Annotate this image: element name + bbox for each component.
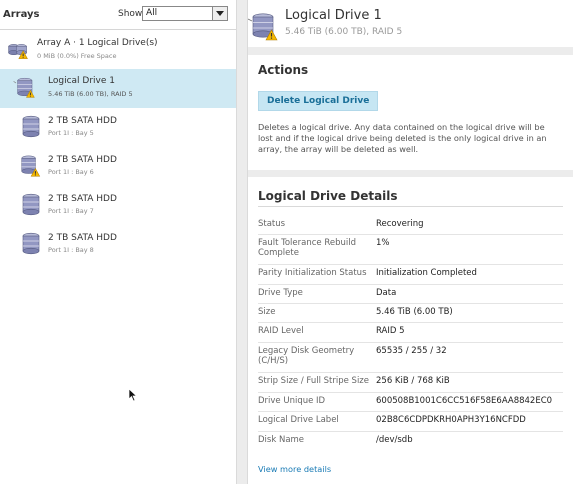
- detail-value: Recovering: [376, 219, 424, 229]
- arrays-panel: Arrays Show All Array A · 1 Logical Driv…: [0, 0, 236, 484]
- detail-key: Status: [258, 219, 286, 229]
- panel-splitter[interactable]: [236, 0, 248, 484]
- detail-value: Data: [376, 288, 397, 298]
- tree-item-subtitle: Port 1I : Bay 6: [48, 168, 94, 176]
- detail-key: Disk Name: [258, 435, 305, 445]
- tree-item-subtitle: 5.46 TiB (6.00 TB), RAID 5: [48, 90, 133, 98]
- delete-description: Deletes a logical drive. Any data contai…: [258, 122, 547, 154]
- detail-value: 1%: [376, 238, 390, 248]
- detail-key: RAID Level: [258, 326, 304, 336]
- tree-item-title: Array A · 1 Logical Drive(s): [37, 38, 158, 48]
- detail-row-drive-type: Drive Type Data: [258, 285, 563, 304]
- detail-row-status: Status Recovering: [258, 216, 563, 235]
- detail-row-strip-size: Strip Size / Full Stripe Size 256 KiB / …: [258, 373, 563, 393]
- detail-value: 65535 / 255 / 32: [376, 346, 447, 356]
- detail-value: RAID 5: [376, 326, 405, 336]
- detail-value: Initialization Completed: [376, 268, 477, 278]
- page-title: Logical Drive 1: [285, 8, 382, 23]
- tree-item-title: 2 TB SATA HDD: [48, 194, 117, 204]
- detail-value: 600508B1001C6CC516F58E6AA8842EC0: [376, 396, 553, 406]
- detail-key: Legacy Disk Geometry (C/H/S): [258, 346, 355, 366]
- delete-logical-drive-button[interactable]: Delete Logical Drive: [258, 91, 379, 111]
- detail-row-rebuild: Fault Tolerance Rebuild Complete 1%: [258, 235, 563, 265]
- tree-item-subtitle: Port 1I : Bay 8: [48, 246, 94, 254]
- detail-key: Strip Size / Full Stripe Size: [258, 376, 369, 386]
- show-filter-value: All: [146, 8, 158, 18]
- tree-item-logical-drive-1[interactable]: Logical Drive 1 5.46 TiB (6.00 TB), RAID…: [0, 69, 236, 108]
- detail-key: Logical Drive Label: [258, 415, 339, 425]
- detail-value: 256 KiB / 768 KiB: [376, 376, 450, 386]
- detail-key: Drive Unique ID: [258, 396, 326, 406]
- disk-icon: [22, 232, 40, 255]
- detail-key: Size: [258, 307, 276, 317]
- detail-value: /dev/sdb: [376, 435, 413, 445]
- detail-row-parity: Parity Initialization Status Initializat…: [258, 265, 563, 285]
- details-panel: Logical Drive 1 5.46 TiB (6.00 TB), RAID…: [248, 0, 573, 484]
- page-subtitle: 5.46 TiB (6.00 TB), RAID 5: [285, 27, 403, 37]
- disk-icon: [22, 193, 40, 216]
- mouse-cursor-icon: [128, 388, 138, 402]
- tree-item-title: 2 TB SATA HDD: [48, 116, 117, 126]
- detail-key: Fault Tolerance Rebuild Complete: [258, 238, 356, 258]
- show-filter-label: Show: [118, 9, 143, 19]
- tree-item-array-a[interactable]: Array A · 1 Logical Drive(s) 0 MiB (0.0%…: [0, 31, 236, 70]
- tree-item-title: 2 TB SATA HDD: [48, 155, 117, 165]
- details-heading: Logical Drive Details: [258, 189, 398, 203]
- detail-key: Drive Type: [258, 288, 303, 298]
- tree-item-disk-bay-8[interactable]: 2 TB SATA HDD Port 1I : Bay 8: [0, 225, 236, 264]
- tree-item-subtitle: Port 1I : Bay 5: [48, 129, 94, 137]
- detail-value: 5.46 TiB (6.00 TB): [376, 307, 453, 317]
- detail-row-disk-name: Disk Name /dev/sdb: [258, 432, 563, 451]
- tree-item-disk-bay-6[interactable]: 2 TB SATA HDD Port 1I : Bay 6: [0, 147, 236, 186]
- tree-item-disk-bay-5[interactable]: 2 TB SATA HDD Port 1I : Bay 5: [0, 108, 236, 147]
- disk-warning-icon: [21, 155, 41, 177]
- view-more-details-link[interactable]: View more details: [258, 464, 331, 474]
- detail-row-size: Size 5.46 TiB (6.00 TB): [258, 304, 563, 323]
- detail-value: 02B8C6CDPDKRH0APH3Y16NCFDD: [376, 415, 526, 425]
- detail-key: Parity Initialization Status: [258, 268, 367, 278]
- detail-row-raid-level: RAID Level RAID 5: [258, 323, 563, 343]
- logical-drive-warning-icon: [13, 77, 35, 98]
- tree-item-subtitle: 0 MiB (0.0%) Free Space: [37, 52, 117, 60]
- arrays-panel-title: Arrays: [3, 9, 40, 20]
- tree-item-title: 2 TB SATA HDD: [48, 233, 117, 243]
- detail-row-unique-id: Drive Unique ID 600508B1001C6CC516F58E6A…: [258, 393, 563, 412]
- divider: [258, 206, 563, 207]
- actions-heading: Actions: [258, 63, 309, 77]
- array-warning-icon: [8, 44, 28, 59]
- detail-row-label: Logical Drive Label 02B8C6CDPDKRH0APH3Y1…: [258, 412, 563, 432]
- arrays-panel-header: Arrays Show All: [0, 0, 236, 30]
- tree-item-subtitle: Port 1I : Bay 7: [48, 207, 94, 215]
- logical-drive-warning-icon: [248, 13, 278, 41]
- tree-item-disk-bay-7[interactable]: 2 TB SATA HDD Port 1I : Bay 7: [0, 186, 236, 225]
- detail-row-geometry: Legacy Disk Geometry (C/H/S) 65535 / 255…: [258, 343, 563, 373]
- disk-icon: [22, 115, 40, 138]
- divider: [248, 47, 573, 55]
- tree-item-title: Logical Drive 1: [48, 76, 115, 86]
- divider: [248, 170, 573, 177]
- chevron-down-icon[interactable]: [212, 7, 227, 20]
- show-filter-select[interactable]: All: [142, 6, 228, 21]
